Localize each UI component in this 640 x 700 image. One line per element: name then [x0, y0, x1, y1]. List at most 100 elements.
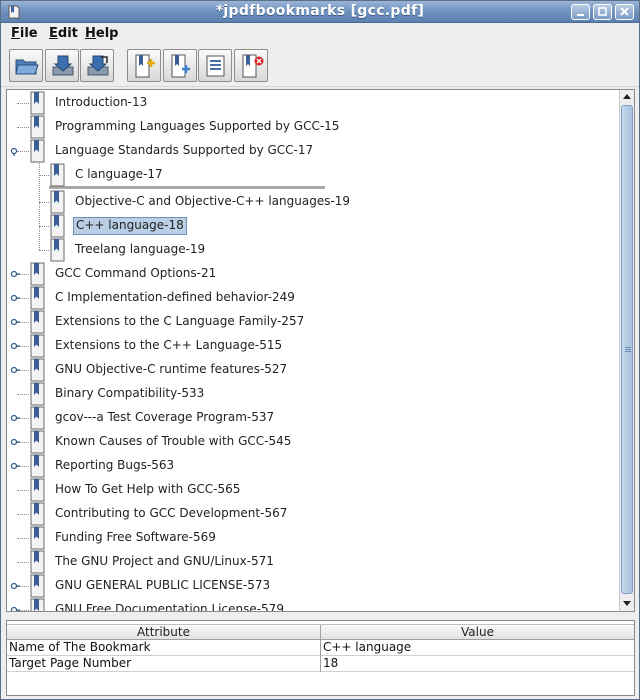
table-row[interactable]: Target Page Number 18: [7, 656, 634, 672]
bookmark-node[interactable]: Known Causes of Trouble with GCC-545: [29, 430, 597, 454]
maximize-button[interactable]: [593, 4, 612, 20]
bookmark-node[interactable]: gcov---a Test Coverage Program-537: [29, 406, 597, 430]
close-button[interactable]: [615, 4, 634, 20]
bookmark-node[interactable]: Extensions to the C Language Family-257: [29, 310, 597, 334]
bookmark-label[interactable]: GNU Free Documentation License-579: [53, 601, 286, 611]
toggle-knob: [10, 366, 18, 374]
open-folder-icon: [15, 59, 39, 75]
bookmark-node[interactable]: Reporting Bugs-563: [29, 454, 597, 478]
toggle-knob: [10, 147, 18, 155]
bookmark-label[interactable]: How To Get Help with GCC-565: [53, 481, 242, 499]
bookmark-label[interactable]: Known Causes of Trouble with GCC-545: [53, 433, 293, 451]
expand-toggle-icon[interactable]: [10, 605, 20, 611]
bookmark-label[interactable]: Objective-C and Objective-C++ languages-…: [73, 193, 352, 211]
cell-value[interactable]: 18: [321, 656, 634, 672]
toggle-knob: [10, 438, 18, 446]
set-destination-button[interactable]: [198, 49, 232, 82]
expand-toggle-icon[interactable]: [10, 413, 20, 423]
expand-toggle-icon[interactable]: [10, 317, 20, 327]
collapse-toggle-icon[interactable]: [10, 146, 20, 156]
expand-toggle-icon[interactable]: [10, 461, 20, 471]
bookmark-label[interactable]: Funding Free Software-569: [53, 529, 218, 547]
delete-bookmark-button[interactable]: [234, 49, 268, 82]
bookmark-node[interactable]: C Implementation-defined behavior-249: [29, 286, 597, 310]
scroll-thumb[interactable]: [621, 105, 633, 594]
bookmark-label[interactable]: Introduction-13: [53, 94, 149, 112]
bookmark-label[interactable]: Contributing to GCC Development-567: [53, 505, 289, 523]
bookmark-label[interactable]: GNU GENERAL PUBLIC LICENSE-573: [53, 577, 272, 595]
menu-help[interactable]: Help: [85, 26, 118, 41]
bookmark-node[interactable]: GNU GENERAL PUBLIC LICENSE-573: [29, 574, 597, 598]
bookmark-label[interactable]: The GNU Project and GNU/Linux-571: [53, 553, 276, 571]
save-button[interactable]: [45, 49, 79, 82]
bookmark-node[interactable]: Contributing to GCC Development-567: [29, 502, 597, 526]
bookmark-child-node[interactable]: C++ language-18: [49, 214, 597, 238]
expand-toggle-icon[interactable]: [10, 293, 20, 303]
tree-connector: [17, 103, 29, 104]
expand-toggle-icon[interactable]: [10, 365, 20, 375]
open-button[interactable]: [9, 49, 43, 82]
bookmark-label[interactable]: gcov---a Test Coverage Program-537: [53, 409, 276, 427]
bookmark-icon: [50, 163, 65, 187]
menu-edit[interactable]: Edit: [49, 26, 78, 41]
expand-toggle-icon[interactable]: [10, 341, 20, 351]
add-child-button[interactable]: [163, 49, 197, 82]
bookmark-child-node[interactable]: Objective-C and Objective-C++ languages-…: [49, 190, 597, 214]
bookmark-node[interactable]: Introduction-13: [29, 91, 597, 115]
toolbar: [1, 45, 639, 87]
bookmark-label[interactable]: Programming Languages Supported by GCC-1…: [53, 118, 341, 136]
scroll-grip: [625, 349, 631, 350]
bookmark-icon: [30, 526, 45, 550]
scroll-up-button[interactable]: [620, 90, 634, 104]
bookmark-node[interactable]: Programming Languages Supported by GCC-1…: [29, 115, 597, 139]
bookmark-node[interactable]: Language Standards Supported by GCC-17: [29, 139, 597, 163]
header-value[interactable]: Value: [321, 625, 634, 640]
expand-toggle-icon[interactable]: [10, 581, 20, 591]
bookmark-icon: [30, 286, 45, 310]
cell-value[interactable]: C++ language: [321, 640, 634, 656]
expand-toggle-icon[interactable]: [10, 269, 20, 279]
bookmark-tree[interactable]: Introduction-13 Programming Languages Sup…: [6, 89, 635, 612]
bookmark-node[interactable]: The GNU Project and GNU/Linux-571: [29, 550, 597, 574]
bookmark-label[interactable]: Binary Compatibility-533: [53, 385, 206, 403]
set-destination-icon: [206, 55, 225, 77]
expand-toggle-icon[interactable]: [10, 437, 20, 447]
bookmark-label[interactable]: GNU Objective-C runtime features-527: [53, 361, 289, 379]
scroll-down-button[interactable]: [620, 596, 634, 610]
bookmark-node[interactable]: How To Get Help with GCC-565: [29, 478, 597, 502]
bookmark-node[interactable]: Binary Compatibility-533: [29, 382, 597, 406]
bookmark-node[interactable]: Extensions to the C++ Language-515: [29, 334, 597, 358]
save-as-button[interactable]: [80, 49, 114, 82]
bookmark-node[interactable]: Funding Free Software-569: [29, 526, 597, 550]
bookmark-node[interactable]: GNU Objective-C runtime features-527: [29, 358, 597, 382]
save-icon: [52, 55, 74, 76]
table-row[interactable]: Name of The Bookmark C++ language: [7, 640, 634, 656]
bookmark-node[interactable]: GCC Command Options-21: [29, 262, 597, 286]
bookmark-label[interactable]: Extensions to the C++ Language-515: [53, 337, 284, 355]
scroll-grip: [625, 351, 631, 352]
minimize-button[interactable]: [571, 4, 590, 20]
bookmark-tree-viewport[interactable]: Introduction-13 Programming Languages Sup…: [7, 90, 619, 611]
bookmark-child-node[interactable]: Treelang language-19: [49, 238, 597, 262]
bookmark-label[interactable]: C Implementation-defined behavior-249: [53, 289, 297, 307]
title-bar[interactable]: *jpdfbookmarks [gcc.pdf]: [1, 1, 639, 23]
tree-connector: [17, 490, 29, 491]
bookmark-icon: [30, 310, 45, 334]
bookmark-label[interactable]: C++ language-18: [73, 217, 187, 235]
menu-file-mnemonic: F: [11, 26, 20, 41]
menu-file[interactable]: File: [11, 26, 38, 41]
bookmark-icon: [30, 334, 45, 358]
bookmark-label[interactable]: Reporting Bugs-563: [53, 457, 176, 475]
add-sibling-button[interactable]: [127, 49, 161, 82]
toggle-knob: [10, 294, 18, 302]
header-attribute[interactable]: Attribute: [7, 625, 320, 640]
bookmark-node[interactable]: GNU Free Documentation License-579: [29, 598, 597, 611]
bookmark-label[interactable]: Extensions to the C Language Family-257: [53, 313, 306, 331]
bookmark-label[interactable]: C language-17: [73, 166, 165, 184]
bookmark-label[interactable]: GCC Command Options-21: [53, 265, 218, 283]
bookmark-label[interactable]: Treelang language-19: [73, 241, 207, 259]
bookmark-label[interactable]: Language Standards Supported by GCC-17: [53, 142, 315, 160]
bookmark-child-node[interactable]: C language-17: [49, 163, 597, 187]
tree-vertical-scrollbar[interactable]: [619, 90, 634, 611]
properties-table[interactable]: Attribute Value Name of The Bookmark C++…: [6, 620, 635, 696]
